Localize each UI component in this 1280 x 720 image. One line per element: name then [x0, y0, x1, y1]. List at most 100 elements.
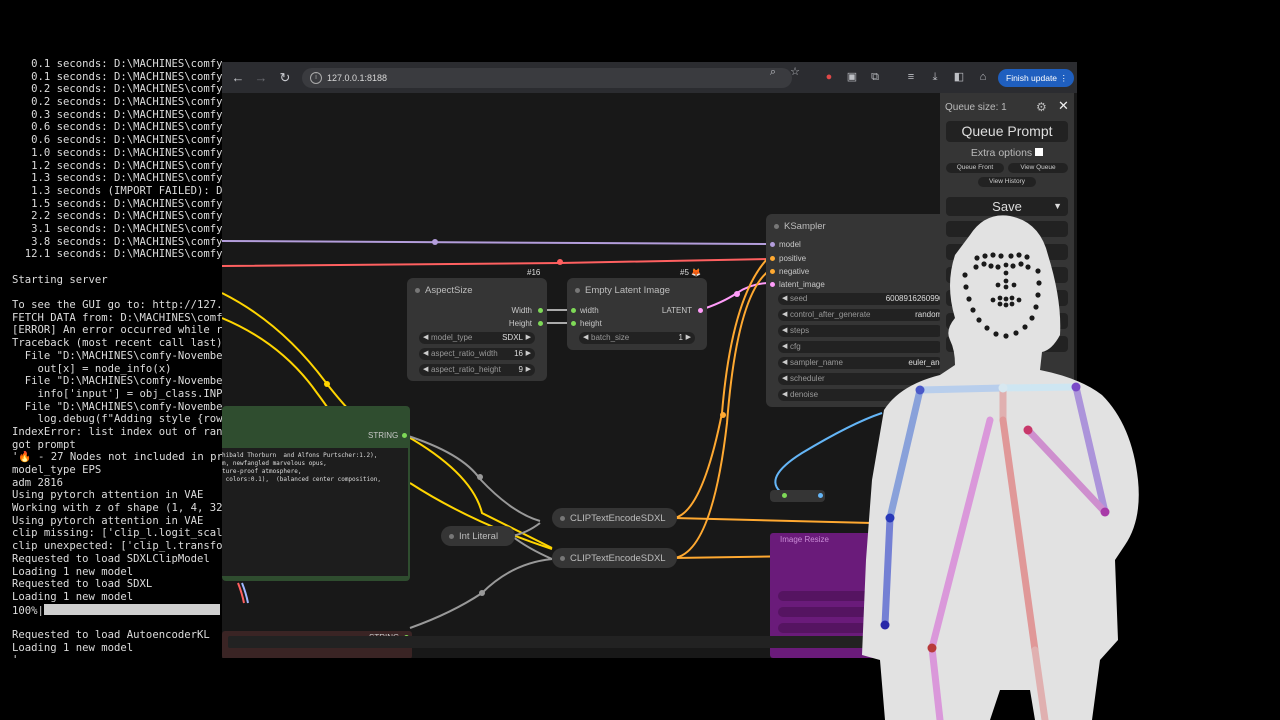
input-positive-slot[interactable] [770, 256, 775, 261]
panel-button[interactable] [946, 313, 1068, 329]
extra-options-checkbox[interactable] [1035, 148, 1044, 156]
close-icon[interactable]: ✕ [1058, 98, 1069, 114]
forward-icon[interactable]: → [253, 70, 269, 86]
output-latent-slot[interactable] [698, 308, 703, 313]
terminal-line: 3.8 seconds: D:\MACHINES\comfy- [12, 235, 224, 248]
widget-denoise[interactable]: ◀ denoise [778, 389, 943, 401]
prompt-text-line: ture-proof atmosphere, [222, 468, 302, 475]
prompt-textarea[interactable]: hibald Thorburn and Alfons Purtscher:1.2… [222, 448, 408, 576]
node-collapse-dot[interactable] [449, 534, 454, 539]
save-button[interactable]: Save ▼ [946, 197, 1068, 216]
download-icon[interactable]: ⤓ [928, 70, 942, 84]
sidepanel-icon[interactable]: ◧ [952, 70, 966, 84]
node-collapse-dot[interactable] [415, 288, 420, 293]
widget-aspect-ratio-height[interactable]: ◀ aspect_ratio_height 9 ▶ [419, 364, 535, 376]
output-width-slot[interactable] [538, 308, 543, 313]
terminal-line: 12.1 seconds: D:\MACHINES\comfy- [12, 248, 224, 261]
menu-icon[interactable]: ⋮ [1060, 69, 1069, 87]
view-history-button[interactable]: View History [978, 177, 1036, 187]
widget-batch-size[interactable]: ◀ batch_size 1 ▶ [579, 332, 695, 344]
widget-model-type[interactable]: ◀ model_type SDXL ▶ [419, 332, 535, 344]
progress-bar [43, 603, 220, 615]
reload-icon[interactable]: ↻ [277, 70, 293, 86]
widget-scheduler[interactable]: ◀ scheduler [778, 373, 943, 385]
panel-button[interactable] [946, 267, 1068, 283]
terminal-line: clip missing: ['clip_l.logit_scale [12, 527, 224, 540]
widget-aspect-ratio-width[interactable]: ◀ aspect_ratio_width 16 ▶ [419, 348, 535, 360]
widget-row[interactable] [778, 591, 918, 601]
widget-row[interactable] [778, 623, 918, 633]
bell-icon[interactable]: ⌂ [976, 70, 990, 84]
extra-options-row[interactable]: Extra options [940, 147, 1074, 159]
terminal-line: 1.3 seconds: D:\MACHINES\comfy- [12, 172, 224, 185]
terminal-line: '🔥 - 27 Nodes not included in pro [12, 451, 224, 464]
input-latent-slot[interactable] [770, 282, 775, 287]
panel-button[interactable] [946, 290, 1068, 306]
output-height-slot[interactable] [538, 321, 543, 326]
panel-button[interactable] [946, 221, 1068, 237]
wire-reroute-dot [324, 381, 330, 387]
finish-update-button[interactable]: Finish update ⋮ [998, 69, 1074, 87]
node-empty-latent-image[interactable]: Empty Latent Image width height LATENT ◀… [567, 278, 707, 350]
node-collapse-dot[interactable] [560, 556, 565, 561]
finish-update-label: Finish update [1006, 73, 1058, 83]
input-width-slot[interactable] [571, 308, 576, 313]
star-icon[interactable]: ☆ [788, 65, 802, 79]
media-icon[interactable]: ≡ [904, 70, 918, 84]
node-clip-text-encode-2[interactable]: CLIPTextEncodeSDXL [552, 548, 677, 568]
node-aspectsize[interactable]: AspectSize Width Height ◀ model_type SDXL ▶… [407, 278, 547, 381]
node-clip-text-encode-1[interactable]: CLIPTextEncodeSDXL [552, 508, 677, 528]
address-bar[interactable]: i 127.0.0.1:8188 [302, 68, 792, 88]
terminal-line: [ERROR] An error occurred while re [12, 324, 224, 337]
input-negative-slot[interactable] [770, 269, 775, 274]
widget-control-after-generate[interactable]: ◀ control_after_generate randomiz [778, 309, 948, 321]
node-collapse-dot[interactable] [774, 224, 779, 229]
gear-icon[interactable]: ⚙ [1036, 100, 1047, 114]
site-info-icon[interactable]: i [310, 72, 322, 84]
queue-prompt-button[interactable]: Queue Prompt [946, 121, 1068, 142]
terminal-line: Loading 1 new model [12, 590, 134, 603]
record-icon[interactable]: ● [822, 70, 836, 84]
widget-seed[interactable]: ◀ seed 60089162609903 [778, 293, 948, 305]
view-queue-button[interactable]: View Queue [1008, 163, 1068, 173]
terminal-line: 3.1 seconds: D:\MACHINES\comfy- [12, 222, 224, 235]
input-model-slot[interactable] [770, 242, 775, 247]
output-string-slot[interactable] [402, 433, 407, 438]
panel-button[interactable] [946, 244, 1068, 260]
zoom-icon[interactable]: ⌕ [766, 65, 780, 79]
queue-front-button[interactable]: Queue Front [946, 163, 1004, 173]
input-model-label: model [779, 240, 801, 249]
node-badge: #16 [527, 268, 541, 277]
output-height-label: Height [508, 319, 532, 328]
widget-sampler-name[interactable]: ◀ sampler_name euler_ance [778, 357, 948, 369]
wire-model [222, 240, 771, 245]
node-collapse-dot[interactable] [560, 516, 565, 521]
node-collapse-dot[interactable] [575, 288, 580, 293]
terminal-line: Using pytorch attention in VAE [12, 514, 204, 527]
chevron-down-icon[interactable]: ▼ [1053, 197, 1062, 216]
widget-steps[interactable]: ◀ steps [778, 325, 943, 337]
widget-label: denoise [790, 390, 819, 399]
node-badge: #5 🦊 [680, 268, 702, 277]
panel-button[interactable] [946, 336, 1068, 352]
node-prompt-text[interactable]: STRING hibald Thorburn and Alfons Purtsc… [222, 406, 410, 581]
input-height-slot[interactable] [571, 321, 576, 326]
extension-icon[interactable]: ▣ [845, 70, 859, 84]
widget-cfg[interactable]: ◀ cfg [778, 341, 943, 353]
input-slot[interactable] [782, 493, 787, 498]
back-icon[interactable]: ← [230, 70, 246, 86]
terminal-line: Requested to load SDXLClipModel [12, 552, 210, 565]
terminal-line: adm 2816 [12, 476, 64, 489]
node-title: AspectSize [425, 285, 473, 296]
output-slot[interactable] [818, 493, 823, 498]
node-ksampler[interactable]: KSampler model L positive negative laten… [766, 214, 952, 407]
terminal-line: Working with z of shape (1, 4, 32, [12, 502, 224, 515]
node-int-literal[interactable]: Int Literal [441, 526, 515, 546]
widget-label: batch_size [591, 333, 630, 342]
wire-reroute-dot [432, 239, 438, 245]
canvas-scrollbar[interactable] [228, 636, 868, 648]
node-reroute[interactable] [770, 490, 825, 502]
puzzle-icon[interactable]: ⧉ [868, 70, 882, 84]
widget-row[interactable] [778, 607, 918, 617]
